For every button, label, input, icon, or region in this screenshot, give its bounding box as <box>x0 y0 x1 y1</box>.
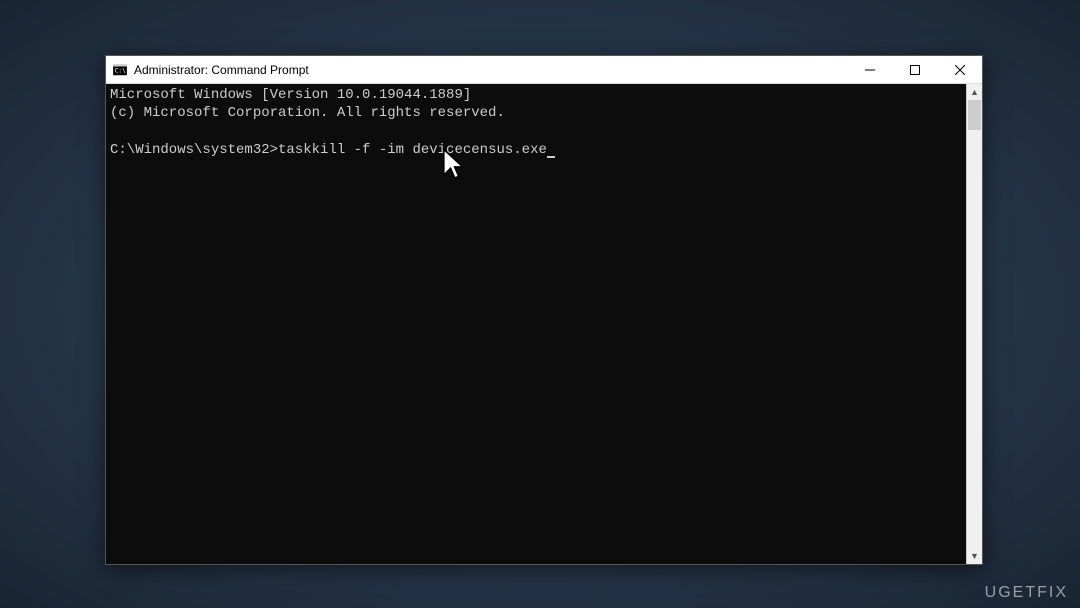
console-container: Microsoft Windows [Version 10.0.19044.18… <box>106 84 982 564</box>
cmd-icon: C:\ <box>112 62 128 78</box>
command-prompt-window: C:\ Administrator: Command Prompt Micros… <box>105 55 983 565</box>
minimize-button[interactable] <box>847 56 892 83</box>
svg-text:C:\: C:\ <box>115 67 126 74</box>
maximize-button[interactable] <box>892 56 937 83</box>
console-prompt: C:\Windows\system32> <box>110 142 278 158</box>
text-cursor <box>547 156 555 158</box>
window-controls <box>847 56 982 83</box>
console-command: taskkill -f -im devicecensus.exe <box>278 142 547 158</box>
console-output[interactable]: Microsoft Windows [Version 10.0.19044.18… <box>106 84 966 564</box>
window-title: Administrator: Command Prompt <box>134 63 847 77</box>
watermark-text: UGETFIX <box>985 584 1068 602</box>
console-line: Microsoft Windows [Version 10.0.19044.18… <box>110 87 471 103</box>
vertical-scrollbar[interactable]: ▲ ▼ <box>966 84 982 564</box>
scroll-thumb[interactable] <box>968 100 981 130</box>
close-button[interactable] <box>937 56 982 83</box>
scroll-up-button[interactable]: ▲ <box>967 84 982 100</box>
console-line: (c) Microsoft Corporation. All rights re… <box>110 105 505 121</box>
window-titlebar[interactable]: C:\ Administrator: Command Prompt <box>106 56 982 84</box>
scroll-down-button[interactable]: ▼ <box>967 548 982 564</box>
